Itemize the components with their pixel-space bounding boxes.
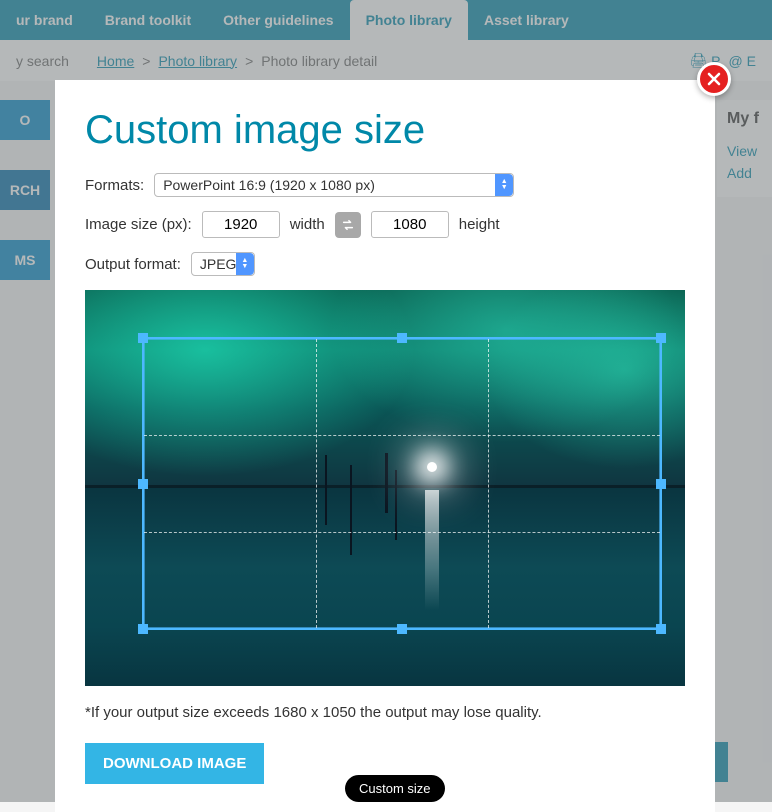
width-input[interactable] [202, 211, 280, 238]
output-format-label: Output format: [85, 256, 181, 273]
modal-title: Custom image size [85, 108, 685, 153]
crop-handle-tr[interactable] [656, 333, 666, 343]
image-preview[interactable] [85, 290, 685, 686]
crop-handle-tl[interactable] [138, 333, 148, 343]
crop-handle-br[interactable] [656, 624, 666, 634]
output-format-value: JPEG [200, 256, 237, 272]
close-button[interactable] [697, 62, 731, 96]
formats-select[interactable]: PowerPoint 16:9 (1920 x 1080 px) ▲▼ [154, 173, 514, 197]
custom-image-size-modal: Custom image size Formats: PowerPoint 16… [55, 80, 715, 812]
formats-label: Formats: [85, 177, 144, 194]
formats-value: PowerPoint 16:9 (1920 x 1080 px) [163, 177, 375, 193]
crop-handle-tm[interactable] [397, 333, 407, 343]
height-label: height [459, 216, 500, 233]
crop-handle-bl[interactable] [138, 624, 148, 634]
width-label: width [290, 216, 325, 233]
image-size-label: Image size (px): [85, 216, 192, 233]
crop-handle-ml[interactable] [138, 479, 148, 489]
height-input[interactable] [371, 211, 449, 238]
crop-handle-bm[interactable] [397, 624, 407, 634]
close-icon [706, 71, 722, 87]
select-arrows-icon: ▲▼ [236, 253, 254, 275]
select-arrows-icon: ▲▼ [495, 174, 513, 196]
output-format-select[interactable]: JPEG ▲▼ [191, 252, 255, 276]
crop-box[interactable] [142, 337, 662, 630]
download-image-button[interactable]: DOWNLOAD IMAGE [85, 743, 264, 784]
swap-dimensions-button[interactable] [335, 212, 361, 238]
swap-icon [341, 218, 355, 232]
crop-handle-mr[interactable] [656, 479, 666, 489]
quality-disclaimer: *If your output size exceeds 1680 x 1050… [85, 704, 685, 721]
tooltip-custom-size: Custom size [345, 775, 445, 802]
